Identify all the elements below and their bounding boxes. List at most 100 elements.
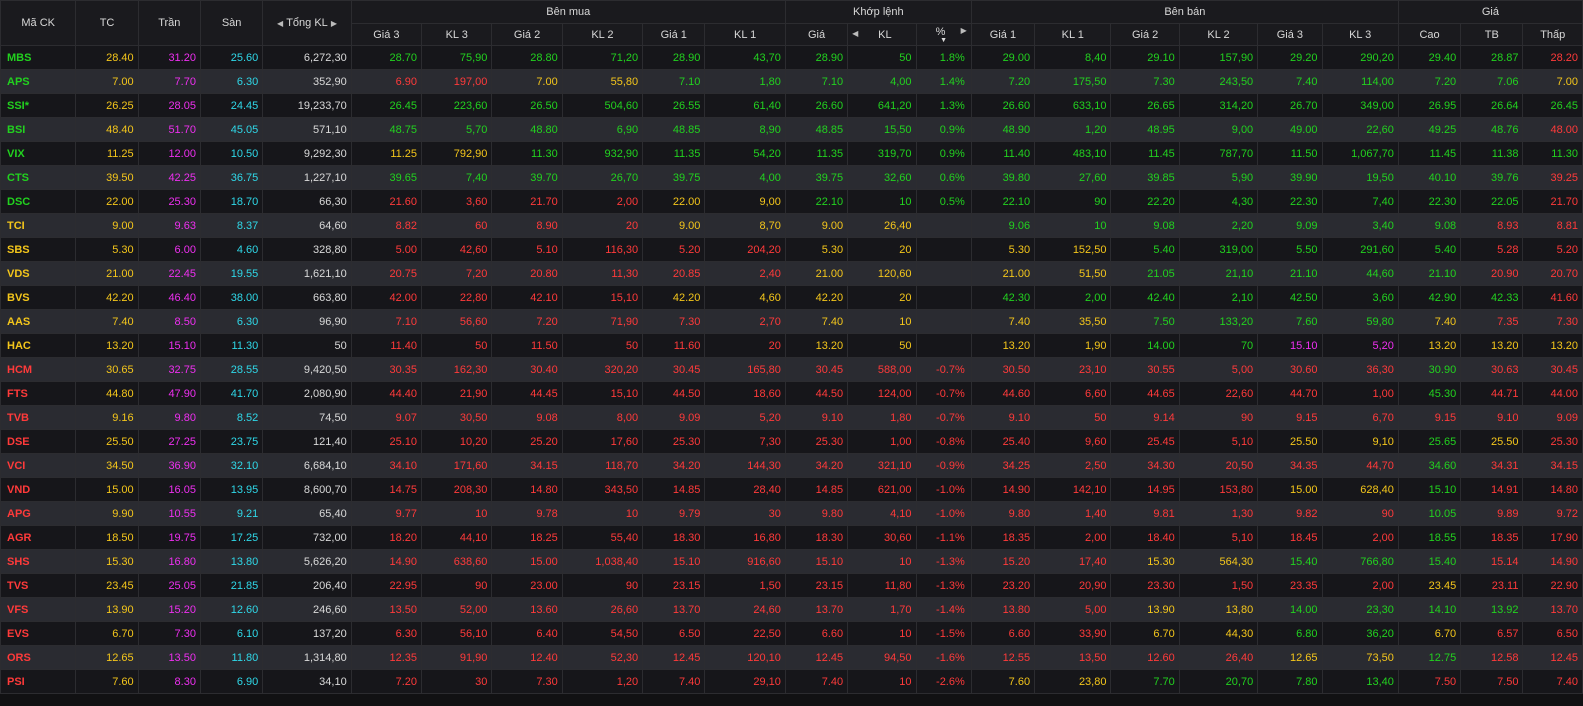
arrow-right-icon[interactable]: ▶ — [961, 26, 967, 35]
symbol-cell[interactable]: AAS — [0, 309, 77, 334]
col-ref[interactable]: TC — [75, 0, 139, 46]
symbol-cell[interactable]: SBS — [0, 237, 77, 262]
col-symbol[interactable]: Mã CK — [0, 0, 77, 46]
table-row[interactable]: VDS 21.00 22.45 19.55 1,621,10 20.75 7,20 20.80… — [0, 261, 1583, 286]
sort-desc-icon[interactable]: ▼ — [921, 37, 967, 44]
col-sell-price1[interactable]: Giá 1 — [970, 23, 1036, 46]
arrow-right-icon[interactable]: ▶ — [331, 19, 337, 28]
col-sell-vol1[interactable]: KL 1 — [1034, 23, 1112, 46]
symbol-cell[interactable]: SHS — [0, 549, 77, 574]
symbol-cell[interactable]: SSI* — [0, 93, 77, 118]
symbol-cell[interactable]: APG — [0, 501, 77, 526]
sell-price-cell: 9.80 — [970, 501, 1036, 526]
table-row[interactable]: VFS 13.90 15.20 12.60 246,60 13.50 52,00 13.60 2… — [0, 597, 1583, 622]
symbol-cell[interactable]: HCM — [0, 357, 77, 382]
match-percent-cell: -1.1% — [915, 525, 972, 550]
total-volume-cell: 64,60 — [262, 213, 352, 238]
sell-volume-cell: 1,30 — [1178, 501, 1259, 526]
total-volume-cell: 50 — [262, 333, 352, 358]
buy-price-cell: 30.35 — [350, 357, 423, 382]
symbol-cell[interactable]: VIX — [0, 141, 77, 166]
table-row[interactable]: HAC 13.20 15.10 11.30 50 11.40 50 11.50 50 11.60 2… — [0, 333, 1583, 358]
sell-price-cell: 34.30 — [1110, 453, 1180, 478]
col-sell-price3[interactable]: Giá 3 — [1257, 23, 1323, 46]
symbol-cell[interactable]: DSE — [0, 429, 77, 454]
symbol-cell[interactable]: DSC — [0, 189, 77, 214]
col-sell-vol3[interactable]: KL 3 — [1321, 23, 1399, 46]
floor-cell: 10.50 — [199, 141, 264, 166]
sell-volume-cell: 5,10 — [1178, 525, 1259, 550]
table-row[interactable]: APG 9.90 10.55 9.21 65,40 9.77 10 9.78 10 9.79 30 9… — [0, 501, 1583, 526]
table-row[interactable]: MBS 28.40 31.20 25.60 6,272,30 28.70 75,90 28.8… — [0, 45, 1583, 70]
symbol-cell[interactable]: AGR — [0, 525, 77, 550]
symbol-cell[interactable]: VDS — [0, 261, 77, 286]
col-low[interactable]: Thấp — [1522, 23, 1583, 46]
symbol-cell[interactable]: BSI — [0, 117, 77, 142]
table-row[interactable]: TCI 9.00 9.63 8.37 64,60 8.82 60 8.90 20 9.00 8,70… — [0, 213, 1583, 238]
total-volume-cell: 9,292,30 — [262, 141, 352, 166]
table-row[interactable]: TVS 23.45 25.05 21.85 206,40 22.95 90 23.00 90 23… — [0, 573, 1583, 598]
table-row[interactable]: AAS 7.40 8.50 6.30 96,90 7.10 56,60 7.20 71,90 7.… — [0, 309, 1583, 334]
buy-price-cell: 22.95 — [350, 573, 423, 598]
buy-price-cell: 39.65 — [350, 165, 423, 190]
col-buy-price1[interactable]: Giá 1 — [642, 23, 706, 46]
table-row[interactable]: APS 7.00 7.70 6.30 352,90 6.90 197,00 7.00 55,80… — [0, 69, 1583, 94]
table-row[interactable]: PSI 7.60 8.30 6.90 34,10 7.20 30 7.30 1,20 7.40 29… — [0, 669, 1583, 694]
col-match-volume[interactable]: ◀ KL — [847, 23, 917, 46]
col-floor[interactable]: Sàn — [199, 0, 264, 46]
arrow-left-icon[interactable]: ◀ — [277, 19, 283, 28]
symbol-cell[interactable]: TVS — [0, 573, 77, 598]
col-total-volume[interactable]: ◀ Tổng KL ▶ — [262, 0, 352, 46]
col-match-percent[interactable]: % ▶ ▼ — [915, 23, 972, 46]
table-row[interactable]: VCI 34.50 36.90 32.10 6,684,10 34.10 171,60 34.… — [0, 453, 1583, 478]
buy-price-cell: 14.85 — [642, 477, 706, 502]
symbol-cell[interactable]: HAC — [0, 333, 77, 358]
total-volume-cell: 663,80 — [262, 285, 352, 310]
col-buy-vol1[interactable]: KL 1 — [704, 23, 786, 46]
symbol-cell[interactable]: VFS — [0, 597, 77, 622]
col-sell-price2[interactable]: Giá 2 — [1110, 23, 1180, 46]
symbol-cell[interactable]: APS — [0, 69, 77, 94]
table-row[interactable]: EVS 6.70 7.30 6.10 137,20 6.30 56,10 6.40 54,50 6… — [0, 621, 1583, 646]
table-row[interactable]: BSI 48.40 51.70 45.05 571,10 48.75 5,70 48.80 6,… — [0, 117, 1583, 142]
table-row[interactable]: ORS 12.65 13.50 11.80 1,314,80 12.35 91,90 12.4… — [0, 645, 1583, 670]
table-row[interactable]: SBS 5.30 6.00 4.60 328,80 5.00 42,60 5.10 116,30… — [0, 237, 1583, 262]
symbol-cell[interactable]: VND — [0, 477, 77, 502]
avg-cell: 13.20 — [1460, 333, 1524, 358]
table-row[interactable]: CTS 39.50 42.25 36.75 1,227,10 39.65 7,40 39.70… — [0, 165, 1583, 190]
col-buy-vol2[interactable]: KL 2 — [561, 23, 644, 46]
col-avg[interactable]: TB — [1460, 23, 1524, 46]
symbol-cell[interactable]: CTS — [0, 165, 77, 190]
low-cell: 22.90 — [1522, 573, 1583, 598]
table-row[interactable]: VIX 11.25 12.00 10.50 9,292,30 11.25 792,90 11.… — [0, 141, 1583, 166]
arrow-left-icon[interactable]: ◀ — [852, 29, 858, 38]
col-match-price[interactable]: Giá — [784, 23, 849, 46]
table-row[interactable]: SSI* 26.25 28.05 24.45 19,233,70 26.45 223,60 2… — [0, 93, 1583, 118]
col-high[interactable]: Cao — [1397, 23, 1462, 46]
col-buy-vol3[interactable]: KL 3 — [421, 23, 493, 46]
symbol-cell[interactable]: PSI — [0, 669, 77, 694]
table-row[interactable]: SHS 15.30 16.80 13.80 5,626,20 14.90 638,60 15.… — [0, 549, 1583, 574]
sell-price-cell: 25.50 — [1257, 429, 1323, 454]
buy-volume-cell: 932,90 — [561, 141, 644, 166]
symbol-cell[interactable]: TCI — [0, 213, 77, 238]
table-row[interactable]: BVS 42.20 46.40 38.00 663,80 42.00 22,80 42.10 1… — [0, 285, 1583, 310]
col-sell-vol2[interactable]: KL 2 — [1178, 23, 1259, 46]
col-buy-price3[interactable]: Giá 3 — [350, 23, 423, 46]
symbol-cell[interactable]: BVS — [0, 285, 77, 310]
symbol-cell[interactable]: TVB — [0, 405, 77, 430]
table-row[interactable]: DSE 25.50 27.25 23.75 121,40 25.10 10,20 25.20 1… — [0, 429, 1583, 454]
symbol-cell[interactable]: EVS — [0, 621, 77, 646]
symbol-cell[interactable]: FTS — [0, 381, 77, 406]
col-buy-price2[interactable]: Giá 2 — [491, 23, 563, 46]
table-row[interactable]: AGR 18.50 19.75 17.25 732,00 18.20 44,10 18.25 5… — [0, 525, 1583, 550]
symbol-cell[interactable]: MBS — [0, 45, 77, 70]
symbol-cell[interactable]: ORS — [0, 645, 77, 670]
table-row[interactable]: HCM 30.65 32.75 28.55 9,420,50 30.35 162,30 30.… — [0, 357, 1583, 382]
table-row[interactable]: TVB 9.16 9.80 8.52 74,50 9.07 30,50 9.08 8,00 9.0… — [0, 405, 1583, 430]
table-row[interactable]: FTS 44.80 47.90 41.70 2,080,90 44.40 21,90 44.4… — [0, 381, 1583, 406]
table-row[interactable]: VND 15.00 16.05 13.95 8,600,70 14.75 208,30 14.… — [0, 477, 1583, 502]
symbol-cell[interactable]: VCI — [0, 453, 77, 478]
table-row[interactable]: DSC 22.00 25.30 18.70 66,30 21.60 3,60 21.70 2,0… — [0, 189, 1583, 214]
col-ceil[interactable]: Trần — [137, 0, 201, 46]
